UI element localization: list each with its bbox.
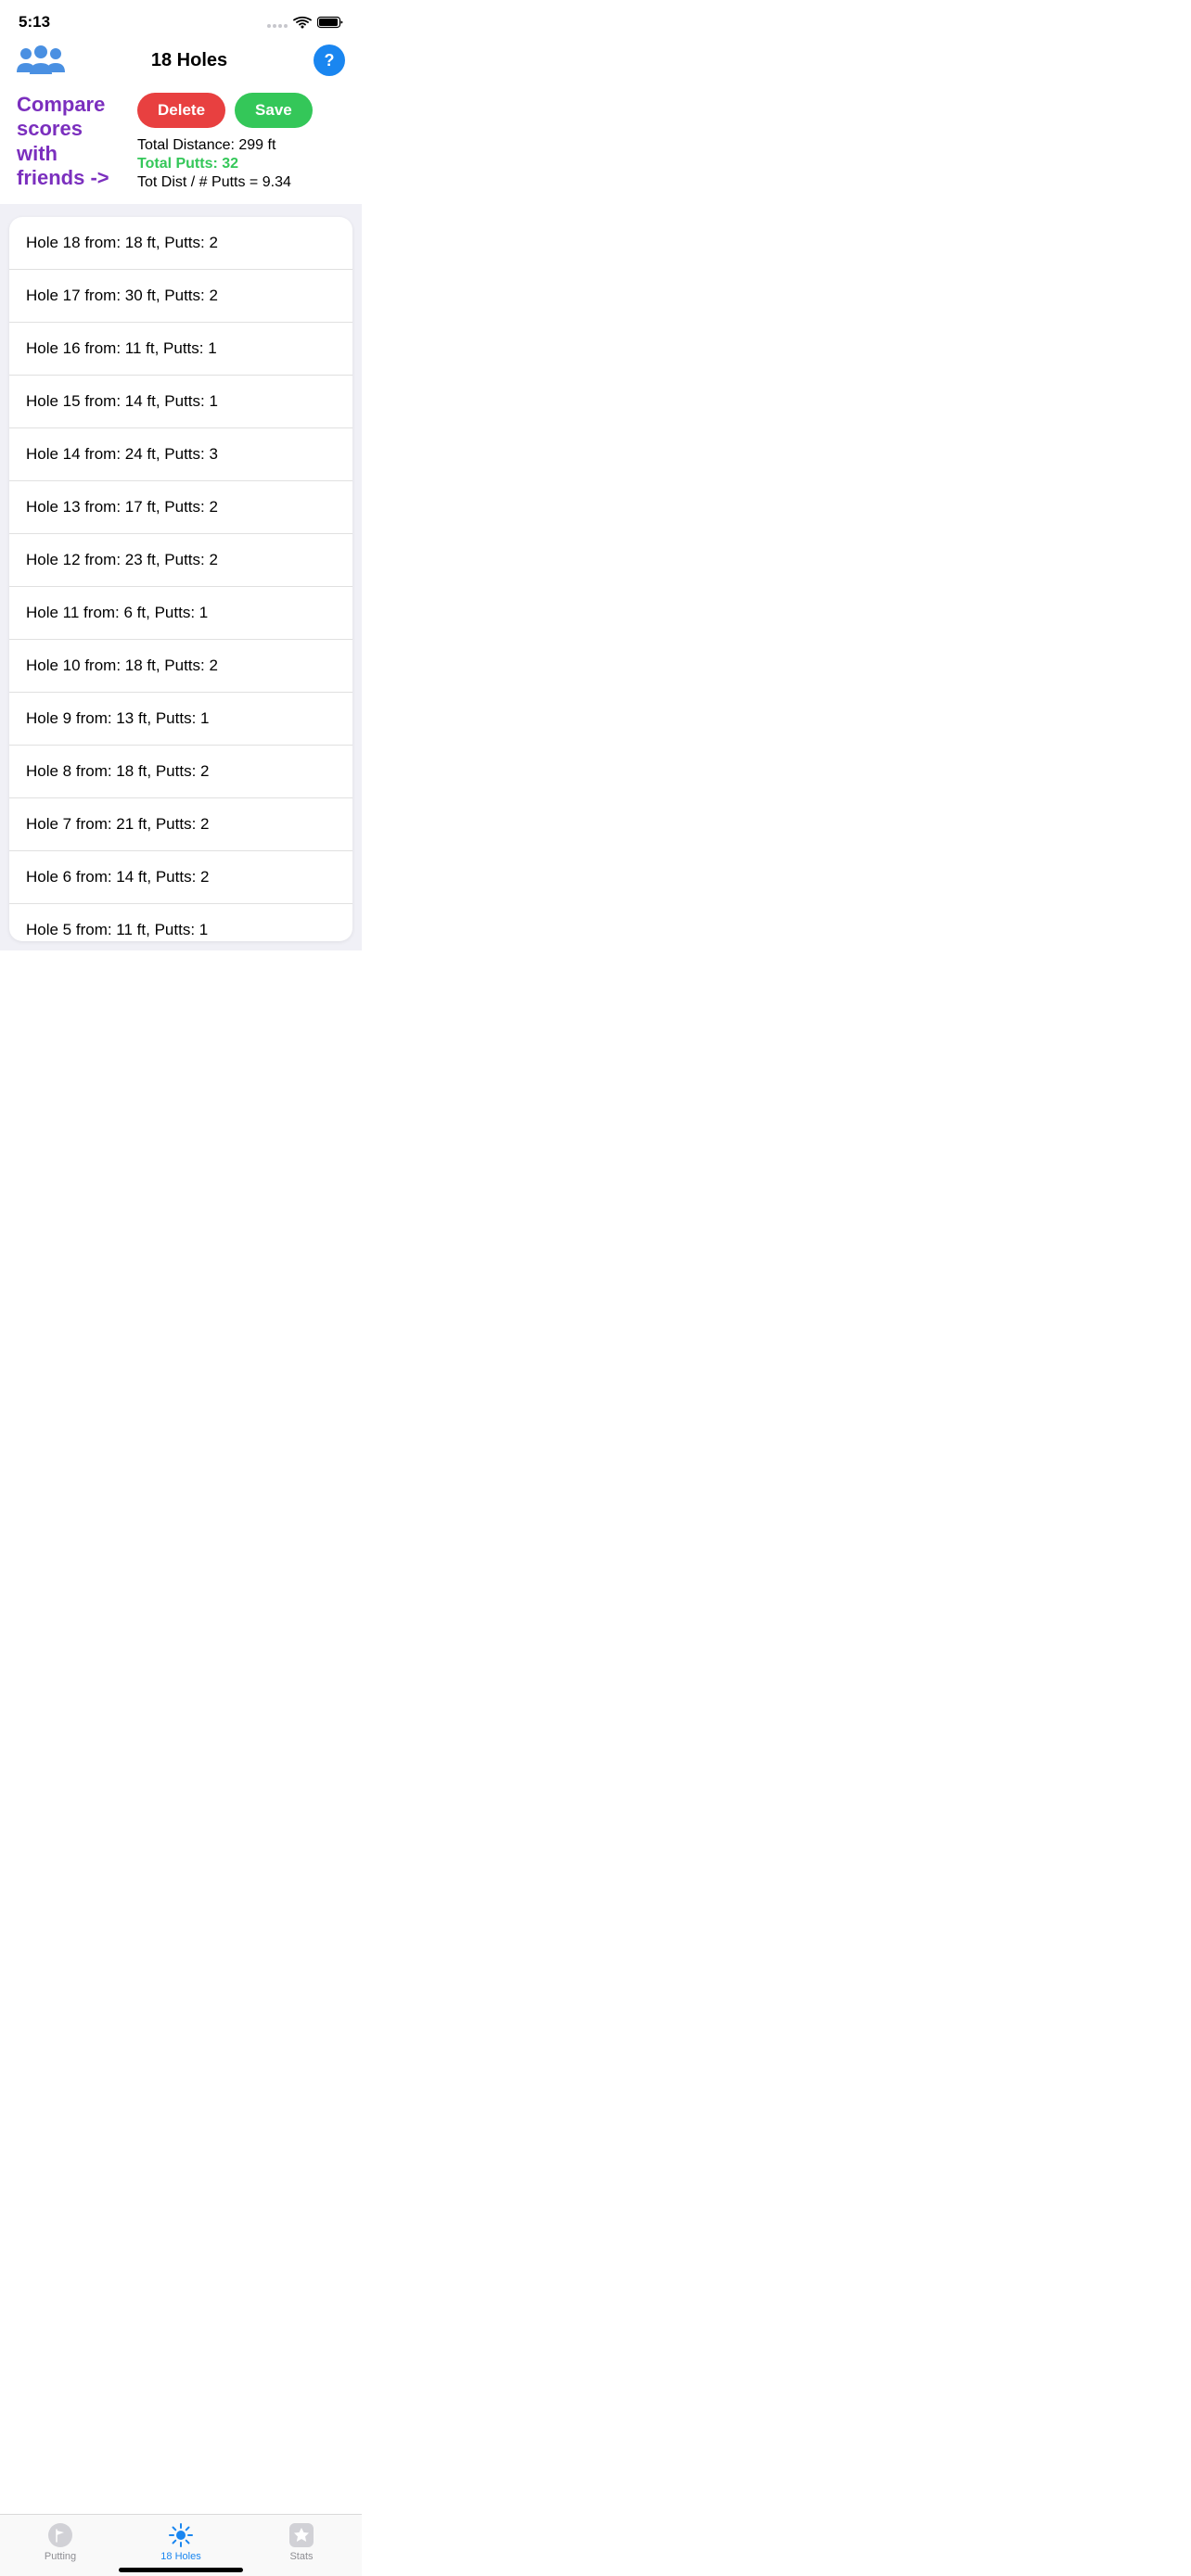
list-item[interactable]: Hole 15 from: 14 ft, Putts: 1 [9, 376, 352, 428]
list-item[interactable]: Hole 7 from: 21 ft, Putts: 2 [9, 798, 352, 851]
ratio: Tot Dist / # Putts = 9.34 [137, 174, 345, 191]
tab-stats[interactable]: Stats [241, 2522, 362, 2562]
save-button[interactable]: Save [235, 93, 313, 128]
help-button[interactable]: ? [314, 45, 345, 76]
tab-bar: Putting 18 Holes [0, 2514, 362, 2576]
tab-18holes-label: 18 Holes [160, 2551, 200, 2562]
tab-bar-inner: Putting 18 Holes [0, 2515, 362, 2562]
wifi-icon [293, 16, 312, 29]
flag-icon [47, 2522, 73, 2548]
list-item[interactable]: Hole 17 from: 30 ft, Putts: 2 [9, 270, 352, 323]
stats-block: Delete Save Total Distance: 299 ft Total… [137, 93, 345, 191]
list-item[interactable]: Hole 12 from: 23 ft, Putts: 2 [9, 534, 352, 587]
list-item[interactable]: Hole 9 from: 13 ft, Putts: 1 [9, 693, 352, 746]
home-indicator [119, 2568, 243, 2572]
tab-putting-label: Putting [45, 2551, 76, 2562]
top-section: Comparescoreswithfriends -> Delete Save … [0, 85, 362, 204]
list-item[interactable]: Hole 16 from: 11 ft, Putts: 1 [9, 323, 352, 376]
tab-putting[interactable]: Putting [0, 2522, 121, 2562]
list-item[interactable]: Hole 11 from: 6 ft, Putts: 1 [9, 587, 352, 640]
holes-list: Hole 18 from: 18 ft, Putts: 2Hole 17 fro… [9, 217, 352, 941]
total-putts: Total Putts: 32 [137, 156, 345, 172]
compare-label[interactable]: Comparescoreswithfriends -> [17, 93, 137, 191]
list-item[interactable]: Hole 5 from: 11 ft, Putts: 1 [9, 904, 352, 941]
sun-icon [168, 2522, 194, 2548]
list-item[interactable]: Hole 6 from: 14 ft, Putts: 2 [9, 851, 352, 904]
status-time: 5:13 [19, 13, 50, 32]
delete-button[interactable]: Delete [137, 93, 225, 128]
list-item[interactable]: Hole 18 from: 18 ft, Putts: 2 [9, 217, 352, 270]
list-item[interactable]: Hole 13 from: 17 ft, Putts: 2 [9, 481, 352, 534]
list-item[interactable]: Hole 14 from: 24 ft, Putts: 3 [9, 428, 352, 481]
battery-icon [317, 16, 343, 29]
friends-icon[interactable] [17, 45, 65, 76]
list-item[interactable]: Hole 10 from: 18 ft, Putts: 2 [9, 640, 352, 693]
signal-icon [267, 17, 288, 28]
action-buttons: Delete Save [137, 93, 345, 128]
star-icon [288, 2522, 314, 2548]
status-bar: 5:13 [0, 0, 362, 39]
total-distance: Total Distance: 299 ft [137, 137, 345, 154]
list-section: Hole 18 from: 18 ft, Putts: 2Hole 17 fro… [0, 204, 362, 950]
header: 18 Holes ? [0, 39, 362, 85]
list-item[interactable]: Hole 8 from: 18 ft, Putts: 2 [9, 746, 352, 798]
tab-stats-label: Stats [289, 2551, 313, 2562]
status-icons [267, 16, 343, 29]
page-title: 18 Holes [65, 50, 314, 71]
tab-18holes[interactable]: 18 Holes [121, 2522, 241, 2562]
